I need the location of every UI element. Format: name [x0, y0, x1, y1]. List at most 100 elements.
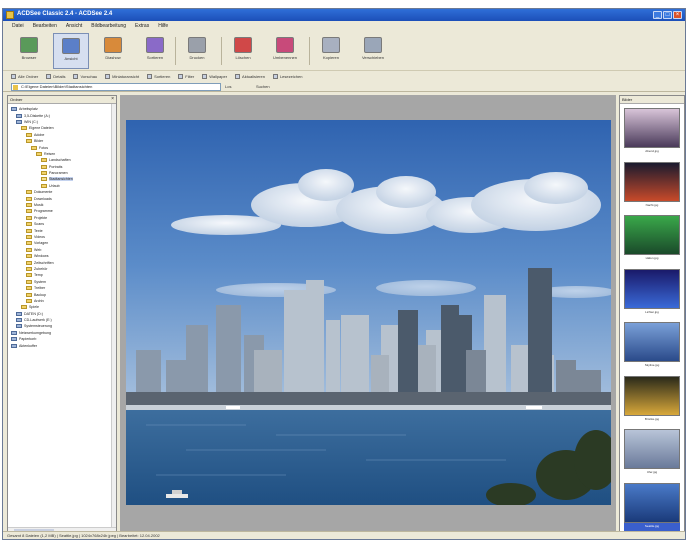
- secondary-toolbar-button[interactable]: Aktualisieren: [235, 73, 265, 79]
- toolbar-small-icon: [147, 73, 153, 79]
- drive-icon: [16, 119, 22, 124]
- vertical-scrollbar[interactable]: [111, 104, 116, 527]
- thumbnail[interactable]: Lichter.jpg: [624, 268, 680, 317]
- folder-icon: [26, 196, 32, 201]
- folder-icon: [26, 266, 32, 271]
- thumbnail-image: [624, 268, 680, 309]
- tree-item-label: Projekte: [34, 215, 48, 220]
- maximize-icon[interactable]: □: [663, 11, 672, 19]
- app-icon: [6, 11, 14, 19]
- thumbnail[interactable]: Hafen.jpg: [624, 215, 680, 263]
- toolbar-button[interactable]: Drucken: [179, 33, 215, 69]
- secondary-toolbar-button[interactable]: Details: [46, 73, 65, 79]
- tree-item-label: Archiv: [34, 298, 44, 303]
- toolbar-small-icon: [11, 73, 16, 79]
- toolbar-button[interactable]: Ansicht: [53, 33, 89, 69]
- tree-item-label: System: [34, 279, 46, 284]
- folder-icon: [26, 139, 32, 144]
- toolbar-button[interactable]: Sortieren: [137, 33, 173, 69]
- address-field[interactable]: C:\Eigene Dateien\Bilder\Stadtansichten: [11, 83, 221, 91]
- thumbnail[interactable]: Brücke.jpg: [624, 375, 680, 424]
- tree-item[interactable]: Aktenkoffer: [8, 342, 116, 348]
- folder-icon: [26, 190, 32, 195]
- menu-item[interactable]: Bildbearbeitung: [91, 23, 126, 29]
- secondary-toolbar-button[interactable]: Filter: [178, 73, 194, 79]
- thumbnail[interactable]: Ufer.jpg: [624, 429, 680, 477]
- tree-item-label: Musik: [34, 203, 44, 208]
- folder-icon: [26, 298, 32, 303]
- menu-item[interactable]: Bearbeiten: [33, 23, 57, 29]
- toolbar-button-label: Ansicht: [64, 56, 78, 61]
- move-icon: [364, 37, 382, 53]
- toolbar-button[interactable]: Diashow: [95, 33, 131, 69]
- drive-icon: [11, 107, 17, 112]
- menu-item[interactable]: Datei: [12, 23, 24, 29]
- menu-item[interactable]: Hilfe: [158, 23, 168, 29]
- folder-panel-header: Ordner ×: [8, 96, 116, 104]
- tree-item-label: Netzwerkumgebung: [19, 330, 51, 335]
- toolbar-button[interactable]: Löschen: [225, 33, 261, 69]
- thumbnail[interactable]: Seattle.jpg: [624, 482, 680, 531]
- tree-item-label: Backup: [34, 292, 46, 297]
- drive-icon: [16, 311, 22, 316]
- menu-item[interactable]: Ansicht: [66, 23, 82, 29]
- tree-item-label: Bilder: [34, 139, 44, 144]
- folder-tree-panel: Ordner × Arbeitsplatz 3,5-Diskette (A:) WI…: [7, 95, 117, 533]
- folder-icon: [26, 292, 32, 297]
- tree-item-label: CD-Laufwerk (E:): [24, 318, 52, 323]
- tree-item-label: Texte: [34, 228, 43, 233]
- thumbnail-header: Bilder: [620, 96, 684, 104]
- toolbar-button-label: Diashow: [105, 55, 121, 60]
- toolbar-button[interactable]: Kopieren: [313, 33, 349, 69]
- tree-item-label: Vorlagen: [34, 241, 49, 246]
- thumbnail-caption: Ufer.jpg: [646, 470, 658, 474]
- drive-icon: [11, 330, 17, 335]
- thumbnail[interactable]: Abend.jpg: [624, 108, 680, 156]
- drive-icon: [16, 113, 22, 118]
- status-bar: Gesamt 8 Dateien (1,2 MB) | Seattle.jpg …: [3, 531, 685, 539]
- close-icon[interactable]: ×: [673, 11, 682, 19]
- copy-icon: [322, 37, 340, 53]
- folder-icon: [26, 286, 32, 291]
- toolbar-button[interactable]: Browser: [11, 33, 47, 69]
- image-preview-pane[interactable]: [120, 95, 616, 533]
- folder-icon: [26, 260, 32, 265]
- rename-icon: [276, 37, 294, 53]
- thumbnail[interactable]: Nacht.jpg: [624, 161, 680, 210]
- go-button[interactable]: Los: [225, 84, 231, 89]
- toolbar-small-icon: [235, 73, 241, 79]
- toolbar-button[interactable]: Umbenennen: [267, 33, 303, 69]
- secondary-toolbar-button[interactable]: Wallpaper: [202, 73, 227, 79]
- secondary-toolbar-button[interactable]: Lesezeichen: [272, 73, 302, 79]
- close-panel-icon[interactable]: ×: [111, 96, 114, 103]
- tree-item-label: Arbeitsplatz: [19, 107, 38, 112]
- secondary-toolbar-button[interactable]: Alle Ordner: [11, 73, 38, 79]
- toolbar-small-icon: [178, 73, 184, 79]
- menu-item[interactable]: Extras: [135, 23, 149, 29]
- folder-icon: [13, 85, 18, 90]
- thumbnail-strip: Bilder Abend.jpg Nacht.jpg Hafen.jpg Lichte…: [619, 95, 685, 533]
- menu-bar: Datei Bearbeiten Ansicht Bildbearbeitung Ext…: [3, 21, 685, 31]
- thumbnail-caption: Skyline.jpg: [644, 363, 660, 367]
- secondary-toolbar-button[interactable]: Miniaturansicht: [105, 73, 139, 79]
- thumbnail[interactable]: Skyline.jpg: [624, 322, 680, 370]
- folder-icon: [41, 177, 47, 182]
- folder-icon: [26, 273, 32, 278]
- thumbnail-image: [624, 322, 680, 362]
- preview-image: [126, 120, 611, 505]
- minimize-icon[interactable]: _: [653, 11, 662, 19]
- folder-icon: [41, 164, 47, 169]
- toolbar-button-label: Löschen: [235, 55, 251, 60]
- toolbar-button[interactable]: Verschieben: [355, 33, 391, 69]
- tree-item-label: Web: [34, 247, 42, 252]
- tree-item-label: Treiber: [34, 286, 46, 291]
- tree-item-label: DATEN (D:): [24, 311, 43, 316]
- secondary-toolbar-button[interactable]: Vorschau: [73, 73, 97, 79]
- address-value: C:\Eigene Dateien\Bilder\Stadtansichten: [21, 84, 93, 89]
- thumbnail-image: [624, 482, 680, 523]
- tree-item-label: Zeitschriften: [34, 260, 54, 265]
- secondary-toolbar-button[interactable]: Sortieren: [147, 73, 170, 79]
- tree-item-label: Zubehör: [34, 266, 48, 271]
- find-button[interactable]: Suchen: [256, 84, 270, 89]
- tree-item-label: WIN (C:): [24, 119, 38, 124]
